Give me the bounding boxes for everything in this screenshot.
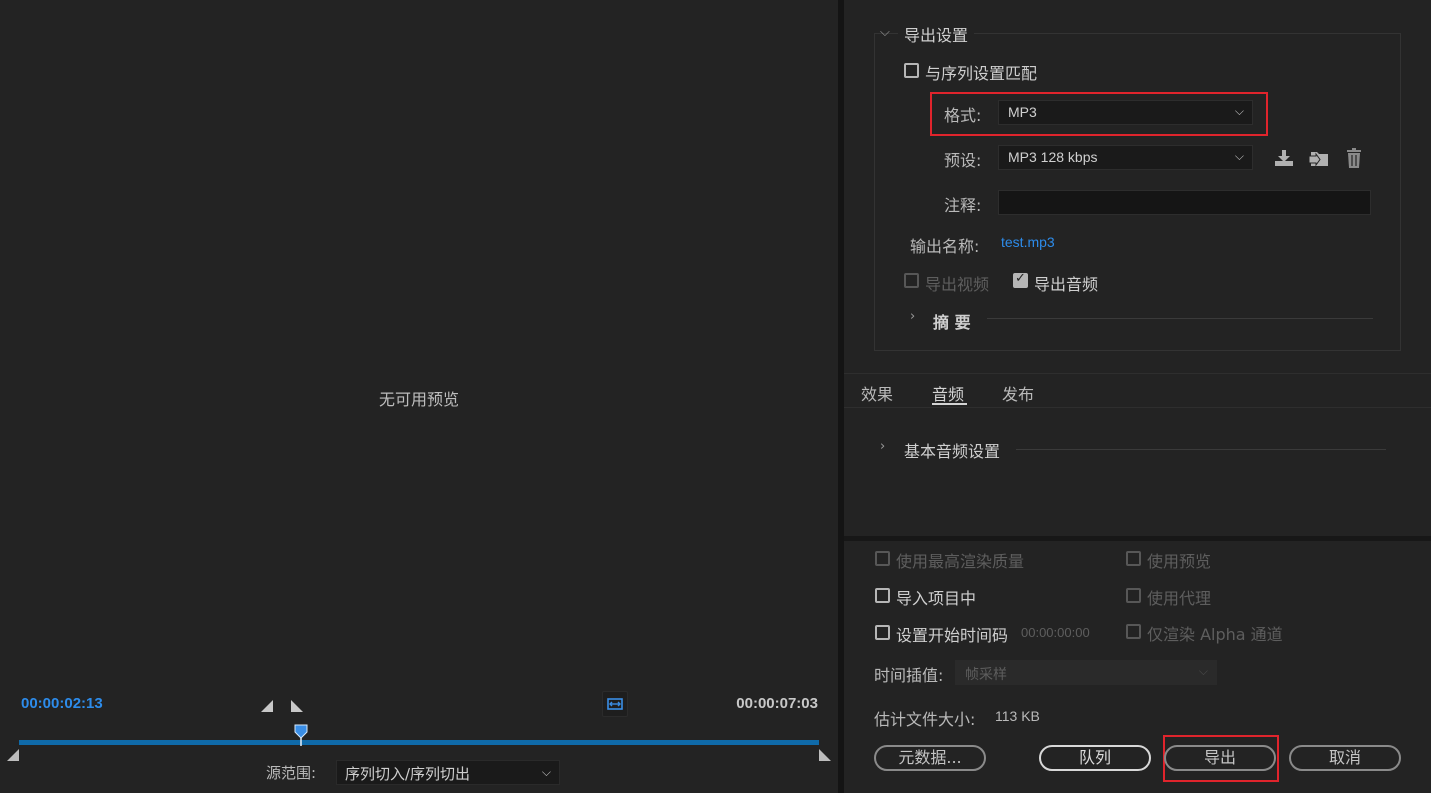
preset-label: 预设: [944, 151, 982, 170]
summary-divider [987, 318, 1373, 319]
range-start-handle-icon[interactable] [7, 747, 20, 765]
chevron-right-icon[interactable]: › [910, 309, 915, 324]
timeline-track[interactable] [19, 740, 819, 745]
comment-label: 注释: [944, 196, 982, 215]
use-previews-checkbox[interactable] [1126, 551, 1141, 570]
queue-button[interactable]: 队列 [1039, 745, 1151, 771]
max-render-quality-checkbox[interactable] [875, 551, 890, 570]
format-label: 格式: [944, 106, 982, 125]
source-range-dropdown[interactable]: 序列切入/序列切出 ⌵ [336, 760, 560, 785]
set-in-point-icon[interactable] [261, 698, 275, 716]
metadata-button[interactable]: 元数据... [874, 745, 986, 771]
export-audio-label: 导出音频 [1034, 275, 1099, 294]
source-range-label: 源范围: [266, 764, 317, 782]
tab-audio-underline [932, 403, 967, 405]
tabs-bottom-border [844, 407, 1431, 408]
import-into-project-label: 导入项目中 [896, 589, 977, 608]
estimated-size-value: 113 KB [995, 708, 1040, 724]
render-alpha-only-label: 仅渲染 Alpha 通道 [1147, 625, 1283, 644]
time-interpolation-dropdown[interactable]: 帧采样 ⌵ [955, 660, 1217, 685]
set-start-timecode-checkbox[interactable] [875, 625, 890, 644]
export-video-label: 导出视频 [925, 275, 990, 294]
no-preview-message: 无可用预览 [378, 390, 459, 409]
use-proxies-label: 使用代理 [1147, 589, 1212, 608]
time-interpolation-value: 帧采样 [965, 666, 1007, 682]
chevron-down-icon: ⌵ [541, 765, 551, 779]
match-sequence-label: 与序列设置匹配 [925, 64, 1038, 83]
chevron-right-icon[interactable]: › [880, 439, 885, 454]
fit-range-icon[interactable] [602, 691, 628, 717]
import-preset-icon[interactable] [1307, 146, 1331, 170]
preset-value: MP3 128 kbps [1008, 149, 1098, 165]
format-dropdown[interactable]: MP3 ⌵ [998, 100, 1253, 125]
tab-effects[interactable]: 效果 [861, 381, 893, 405]
use-previews-label: 使用预览 [1147, 552, 1212, 571]
start-timecode-value[interactable]: 00:00:00:00 [1021, 625, 1090, 640]
basic-audio-divider [1016, 449, 1386, 450]
chevron-down-icon[interactable]: ⌵ [880, 25, 890, 40]
chevron-down-icon: ⌵ [1234, 104, 1244, 118]
delete-preset-icon[interactable] [1342, 146, 1366, 170]
export-button[interactable]: 导出 [1164, 745, 1276, 771]
duration-timecode: 00:00:07:03 [736, 695, 818, 712]
output-name-link[interactable]: test.mp3 [1001, 234, 1055, 250]
render-alpha-only-checkbox[interactable] [1126, 624, 1141, 643]
output-name-label: 输出名称: [910, 237, 980, 256]
source-range-value: 序列切入/序列切出 [345, 765, 471, 783]
export-video-checkbox[interactable] [904, 273, 919, 292]
export-audio-checkbox[interactable] [1013, 271, 1028, 292]
basic-audio-settings-label[interactable]: 基本音频设置 [904, 438, 1000, 462]
use-proxies-checkbox[interactable] [1126, 588, 1141, 607]
chevron-down-icon: ⌵ [1198, 664, 1208, 678]
time-interpolation-label: 时间插值: [874, 666, 944, 685]
export-settings-title[interactable]: 导出设置 [898, 22, 975, 46]
options-separator [844, 536, 1431, 541]
summary-label[interactable]: 摘 要 [933, 309, 971, 333]
estimated-size-label: 估计文件大小: [874, 710, 976, 729]
format-value: MP3 [1008, 104, 1037, 120]
max-render-quality-label: 使用最高渲染质量 [896, 552, 1025, 571]
import-into-project-checkbox[interactable] [875, 588, 890, 607]
tab-publish[interactable]: 发布 [1002, 381, 1034, 405]
tab-audio[interactable]: 音频 [932, 381, 964, 405]
range-end-handle-icon[interactable] [819, 747, 832, 765]
current-timecode[interactable]: 00:00:02:13 [21, 695, 103, 712]
match-sequence-checkbox[interactable] [904, 63, 919, 82]
set-start-timecode-label: 设置开始时间码 [896, 626, 1009, 645]
tabs-top-border [844, 373, 1431, 374]
chevron-down-icon: ⌵ [1234, 149, 1244, 163]
preset-dropdown[interactable]: MP3 128 kbps ⌵ [998, 145, 1253, 170]
save-preset-icon[interactable] [1272, 146, 1296, 170]
cancel-button[interactable]: 取消 [1289, 745, 1401, 771]
playhead-icon[interactable] [294, 724, 308, 746]
comment-field[interactable] [998, 190, 1371, 215]
set-out-point-icon[interactable] [291, 698, 305, 716]
